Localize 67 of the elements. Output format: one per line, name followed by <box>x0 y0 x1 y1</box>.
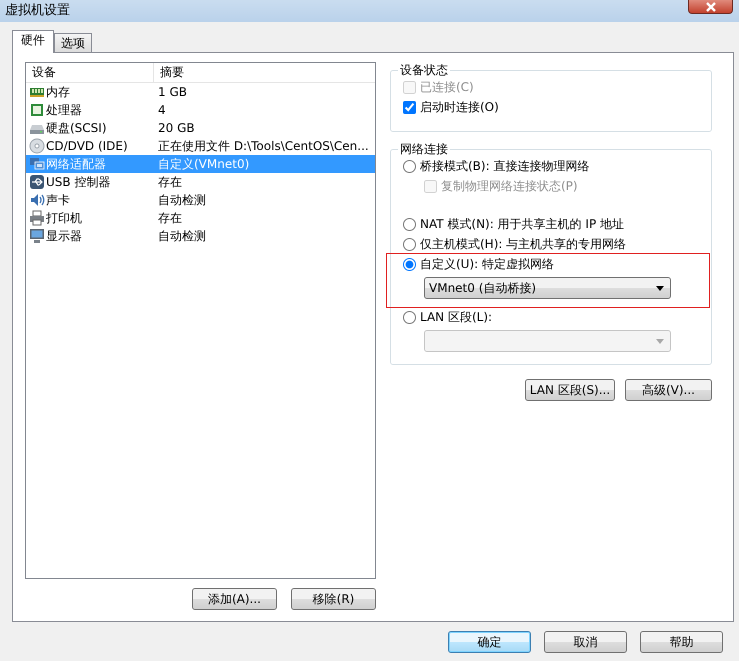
network-icon <box>29 156 45 172</box>
device-summary: 自定义(VMnet0) <box>158 156 250 173</box>
device-summary: 正在使用文件 D:\Tools\CentOS\Cen... <box>158 138 369 155</box>
device-summary: 存在 <box>158 174 182 191</box>
device-row[interactable]: 内存 1 GB <box>26 83 375 101</box>
radio-button[interactable] <box>403 238 416 250</box>
radio-label: 仅主机模式(H): 与主机共享的专用网络 <box>420 236 626 253</box>
monitor-icon <box>29 228 45 244</box>
caret-icon <box>656 338 664 344</box>
device-name: 显示器 <box>46 228 82 245</box>
device-name: CD/DVD (IDE) <box>46 138 128 155</box>
device-name: 硬盘(SCSI) <box>46 120 107 137</box>
radio-button[interactable] <box>403 258 416 270</box>
action-button[interactable]: 移除(R) <box>291 588 376 610</box>
radio-button[interactable] <box>403 160 416 172</box>
device-summary: 自动检测 <box>158 228 206 245</box>
device-name: 内存 <box>46 84 70 101</box>
radio-button[interactable] <box>403 310 416 324</box>
speaker-icon <box>29 192 45 208</box>
device-name: 网络适配器 <box>46 156 106 173</box>
action-button[interactable]: LAN 区段(S)... <box>525 379 615 401</box>
column-header[interactable]: 摘要 <box>154 63 184 82</box>
device-row[interactable]: 硬盘(SCSI) 20 GB <box>26 119 375 137</box>
dialog-button[interactable]: 帮助 <box>640 631 723 653</box>
checkbox[interactable] <box>403 100 416 114</box>
dropdown-value: VMnet0 (自动桥接) <box>429 280 536 297</box>
radio-label: 桥接模式(B): 直接连接物理网络 <box>420 158 590 175</box>
dialog-button[interactable]: 取消 <box>544 631 627 653</box>
dialog-button[interactable]: 确定 <box>448 631 531 653</box>
device-row[interactable]: USB 控制器 存在 <box>26 173 375 191</box>
device-name: 处理器 <box>46 102 82 119</box>
device-summary: 20 GB <box>158 120 195 137</box>
close-icon <box>704 2 716 12</box>
device-summary: 4 <box>158 102 166 119</box>
caret-icon <box>656 286 664 290</box>
checkbox-label: 已连接(C) <box>420 79 474 96</box>
checkbox-label: 复制物理网络连接状态(P) <box>441 178 578 195</box>
dropdown[interactable]: VMnet0 (自动桥接) <box>424 277 671 299</box>
usb-icon <box>29 174 45 190</box>
checkbox-label: 启动时连接(O) <box>420 99 499 116</box>
device-name: USB 控制器 <box>46 174 110 191</box>
device-row[interactable]: 声卡 自动检测 <box>26 191 375 209</box>
close-button[interactable] <box>688 0 733 14</box>
device-summary: 存在 <box>158 210 182 227</box>
window-title: 虚拟机设置 <box>5 2 70 20</box>
radio-label: NAT 模式(N): 用于共享主机的 IP 地址 <box>420 216 624 233</box>
tab[interactable]: 硬件 <box>12 30 54 53</box>
device-name: 打印机 <box>46 210 82 227</box>
action-button[interactable]: 高级(V)... <box>625 379 712 401</box>
group-title: 设备状态 <box>398 62 450 78</box>
action-button[interactable]: 添加(A)... <box>192 588 277 610</box>
device-row[interactable]: 打印机 存在 <box>26 209 375 227</box>
device-summary: 1 GB <box>158 84 187 101</box>
disc-icon <box>29 138 45 154</box>
chip-icon <box>29 102 45 118</box>
column-header[interactable]: 设备 <box>26 63 154 82</box>
radio-label: 自定义(U): 特定虚拟网络 <box>420 256 554 273</box>
group-title: 网络连接 <box>398 141 450 157</box>
device-name: 声卡 <box>46 192 70 209</box>
device-summary: 自动检测 <box>158 192 206 209</box>
device-row[interactable]: 显示器 自动检测 <box>26 227 375 245</box>
tab[interactable]: 选项 <box>54 33 92 52</box>
device-row[interactable]: 处理器 4 <box>26 101 375 119</box>
radio-button[interactable] <box>403 218 416 230</box>
printer-icon <box>29 210 45 226</box>
radio-label: LAN 区段(L): <box>420 309 492 326</box>
device-row[interactable]: CD/DVD (IDE) 正在使用文件 D:\Tools\CentOS\Cen... <box>26 137 375 155</box>
